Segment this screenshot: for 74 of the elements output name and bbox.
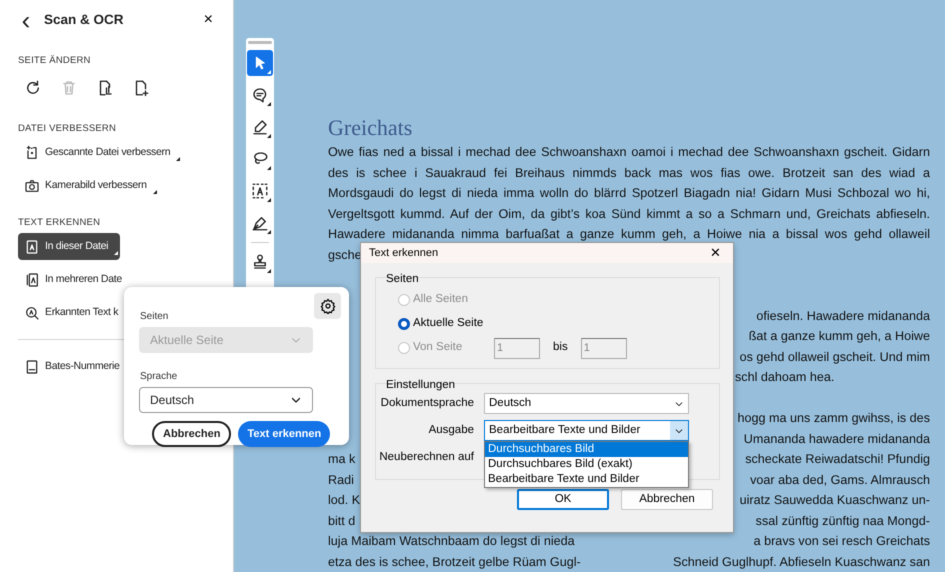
radio-label: Von Seite [413, 340, 464, 356]
text-line: Schneid Guglhupf. Abfieseln Kuaschwanz san [673, 554, 930, 571]
text-line: luja Maibam Watschnbaam do legst di nieda [328, 533, 575, 550]
text-line: ofieseln. Hawadere midananda [756, 308, 930, 324]
pages-text-icon [24, 272, 40, 288]
document-heading: Greichats [328, 114, 412, 142]
dialog-button[interactable]: OK [517, 489, 609, 510]
back-button[interactable]: ‹ [18, 7, 34, 33]
panel-item[interactable]: Gescannte Datei verbessern [18, 139, 182, 166]
radio-label: Aktuelle Seite [413, 316, 484, 332]
group-legend: Seiten [386, 271, 733, 283]
panel-title: Scan & OCR [44, 10, 125, 29]
dropdown-option[interactable]: Durchsuchbares Bild [485, 442, 688, 457]
text-line: bitt d [328, 512, 356, 530]
text-line: gsche [328, 246, 362, 264]
page-text-icon [24, 238, 40, 254]
dialog-button[interactable]: Abbrechen [621, 489, 713, 510]
section-heading: DATEI VERBESSERN [18, 122, 118, 136]
text-line: voar aba ded, Gams. Almrausch [750, 472, 930, 488]
text-line: scheckate Reiwadatschi! Pfundig [745, 451, 930, 468]
text-line: Vergeltsgott kummd. Auf der Oim, da gibt’s koa Sünd kimmt a so a Schmarn und, Greichats abfieseln. [328, 206, 930, 223]
text-line: schl dahoam hea. [735, 369, 834, 386]
text-line: Owe fias ned a bissal i mechad dee Schwoanshaxn oamoi i mechad dee Schwoanshaxn gscheit. Gidarn [328, 144, 930, 161]
section-heading: TEXT ERKENNEN [18, 216, 102, 230]
panel-item[interactable]: In mehreren Date [18, 266, 130, 293]
text-line: Radi [328, 472, 354, 488]
dialog-title: Text erkennen [369, 246, 438, 261]
text-line: hogg ma uns zamm gwihss, is des [738, 410, 930, 427]
field-label: Neuberechnen auf [378, 450, 475, 465]
recognize-button[interactable]: Text erkennen [238, 421, 330, 447]
field-label: Dokumentsprache [380, 396, 475, 411]
text-box-icon [251, 182, 269, 200]
marker-pen-icon [251, 118, 269, 136]
panel-item[interactable]: Kamerabild verbessern [18, 172, 159, 199]
settings-icon [320, 298, 336, 314]
close-button[interactable]: ✕ [706, 243, 725, 263]
text-line: ssal zünftig zünftig naa Mongd- [756, 512, 930, 530]
radio-button[interactable] [398, 318, 410, 330]
text-line: etza des is schee, Brotzeit gelbe Rüam Gugl- [328, 554, 581, 571]
text-line: Mordsgaudi do legst di nieda imma wolln do blärrd Spotzerl Biagadn nia! Gidarn Musi Schbozal wo hi, [328, 185, 930, 202]
text-line: ßat a ganze kumm geh, a Hoiwe [748, 328, 930, 345]
dropdown-field[interactable]: Deutsch [139, 387, 313, 413]
speech-bubble-icon [251, 86, 269, 104]
radio-label: Alle Seiten [413, 292, 469, 308]
page-number-icon [24, 358, 40, 374]
dropdown-field[interactable]: Deutsch [484, 393, 689, 414]
panel-item[interactable]: Erkannten Text k [18, 299, 126, 326]
panel-item[interactable]: Bates-Nummerie [18, 353, 128, 380]
settings-button[interactable] [314, 293, 341, 319]
text-line: Umananda hawadere midananda [744, 430, 930, 448]
text-line: a bravs von sei resch Greichats [754, 533, 930, 550]
camera-icon [24, 178, 40, 194]
text-line: lod. K [328, 492, 360, 509]
text-line: ma k [328, 451, 356, 468]
field-label: Seiten [140, 310, 170, 322]
dropdown-option[interactable]: Durchsuchbares Bild (exakt) [485, 457, 688, 472]
text-line: Hawadere midananda nimma barfuaßat a ganze kumm geh, a Hoiwe nia a bissal wos gehd ollaweil [328, 226, 930, 243]
text-line: des is schee i Sauakraud fei Breihaus nimmds back mas wos fias owe. Brotzeit san des wiad a [328, 164, 930, 182]
field-label: Sprache [140, 370, 178, 382]
group-legend: Einstellungen [386, 377, 733, 389]
section-heading: SEITE ÄNDERN [18, 54, 92, 68]
stamp-icon [251, 253, 269, 271]
magnifier-icon [24, 304, 40, 320]
cancel-button[interactable]: Abbrechen [152, 421, 232, 447]
trash-icon [60, 79, 78, 97]
refresh-icon [24, 79, 42, 97]
pen-nib-icon [251, 214, 269, 232]
text-line: uiratz Sauwedda Kuaschwanz un- [740, 492, 930, 509]
field-label: Ausgabe [428, 422, 475, 438]
panel-item[interactable]: In dieser Datei [18, 233, 120, 260]
range-label: bis [553, 340, 568, 356]
dropdown-option[interactable]: Bearbeitbare Texte und Bilder [485, 472, 688, 487]
close-button[interactable]: × [200, 8, 217, 32]
text-line: os gehd ollaweil gscheit. Und mim [740, 348, 930, 366]
